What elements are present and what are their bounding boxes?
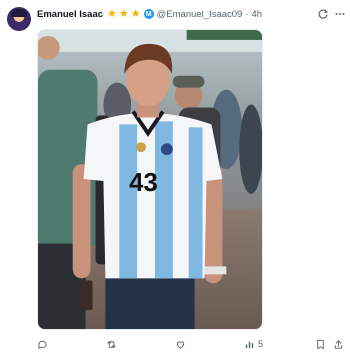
crowd-figure [239, 104, 262, 194]
share-icon [334, 339, 343, 349]
post-header: Emanuel Isaac ★ ★ ★ M @Emanuel_Isaac09 ·… [37, 7, 262, 21]
bookmark-button[interactable] [315, 338, 326, 350]
more-icon[interactable] [333, 7, 347, 21]
reply-button[interactable] [37, 338, 48, 350]
like-icon [176, 340, 185, 349]
reply-icon [38, 340, 47, 349]
avatar[interactable] [7, 7, 31, 31]
star-icon: ★ [130, 7, 141, 20]
jeans [105, 273, 195, 329]
like-button[interactable] [175, 338, 186, 350]
post[interactable]: Emanuel Isaac ★ ★ ★ M @Emanuel_Isaac09 ·… [0, 0, 350, 353]
star-icon: ★ [118, 7, 129, 20]
share-button[interactable] [333, 338, 344, 350]
views-count: 5 [258, 339, 264, 349]
post-photo[interactable]: 43 [37, 29, 263, 330]
jersey-number: 43 [129, 169, 158, 197]
star-icon: ★ [107, 7, 117, 20]
repost-button[interactable] [106, 338, 117, 350]
repost-icon [107, 340, 116, 348]
views-icon [245, 341, 254, 348]
author-handle[interactable]: @Emanuel_Isaac09 [157, 9, 243, 20]
separator-dot: · [245, 8, 249, 20]
author-name[interactable]: Emanuel Isaac [37, 9, 103, 20]
bookmark-icon [317, 339, 324, 349]
grok-icon[interactable] [316, 7, 330, 21]
post-time[interactable]: 4h [252, 9, 263, 20]
verified-badge: M [143, 9, 154, 19]
views-button[interactable]: 5 [244, 338, 263, 350]
